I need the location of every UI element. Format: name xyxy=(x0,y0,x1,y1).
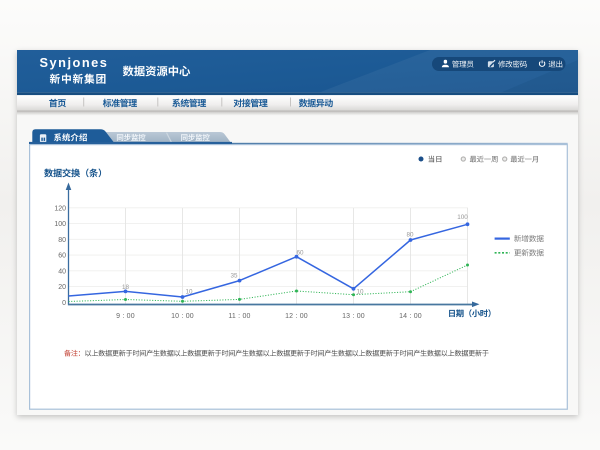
svg-text:14 : 00: 14 : 00 xyxy=(399,313,422,320)
svg-text:18: 18 xyxy=(122,284,130,291)
svg-text:0: 0 xyxy=(62,300,66,307)
svg-text:20: 20 xyxy=(58,284,66,291)
svg-text:13 : 00: 13 : 00 xyxy=(342,313,365,320)
svg-text:40: 40 xyxy=(58,268,66,275)
svg-text:100: 100 xyxy=(54,221,66,228)
svg-text:10: 10 xyxy=(357,289,365,296)
svg-text:120: 120 xyxy=(54,205,66,212)
svg-text:12 : 00: 12 : 00 xyxy=(285,313,308,320)
svg-text:80: 80 xyxy=(406,232,414,239)
svg-text:60: 60 xyxy=(58,253,66,260)
svg-text:Synjones: Synjones xyxy=(40,55,109,70)
svg-text:100: 100 xyxy=(457,214,468,221)
svg-text:11 : 00: 11 : 00 xyxy=(228,313,250,320)
svg-text:10 : 00: 10 : 00 xyxy=(171,313,194,320)
svg-text:10: 10 xyxy=(186,289,194,296)
svg-text:80: 80 xyxy=(58,237,66,244)
svg-text:9 : 00: 9 : 00 xyxy=(116,313,135,320)
svg-text:35: 35 xyxy=(230,272,238,279)
svg-text:60: 60 xyxy=(296,249,304,256)
